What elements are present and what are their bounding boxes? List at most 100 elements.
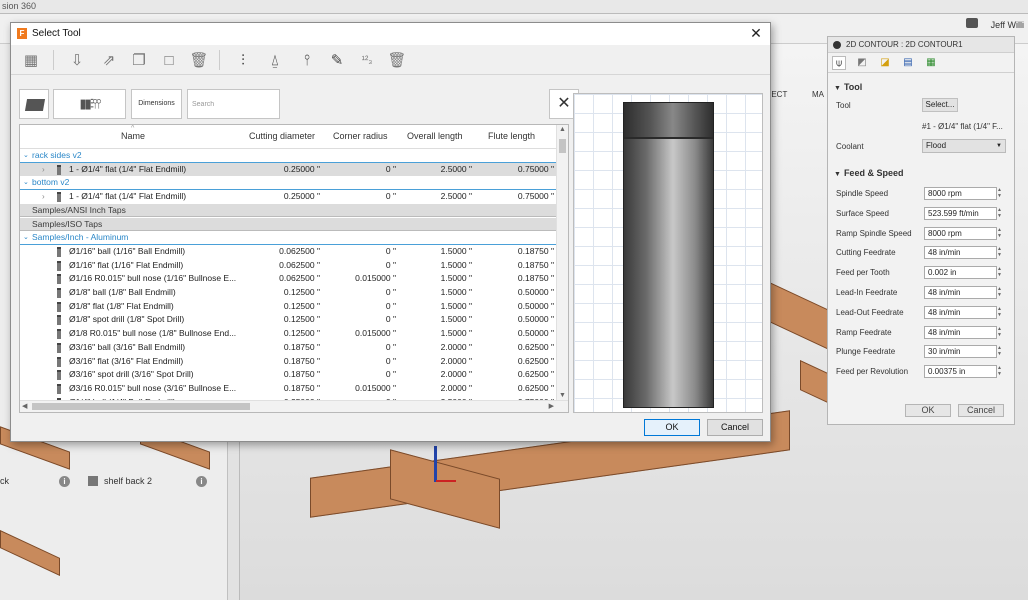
spinner-icon[interactable]: ▲ ▼ <box>997 306 1002 319</box>
manage-menu[interactable]: MA <box>812 90 824 99</box>
new-holder-icon[interactable]: ⍙ <box>265 51 285 71</box>
export-icon[interactable]: ⇗ <box>99 51 119 71</box>
field-input[interactable]: 48 in/min <box>924 286 997 299</box>
library-group-row[interactable]: Samples/ANSI Inch Taps <box>20 203 556 218</box>
library-group-row[interactable]: ⌄ Samples/Inch - Aluminum <box>20 231 556 245</box>
column-cutting-diameter[interactable]: Cutting diameter <box>249 131 315 141</box>
tool-table: ^ Name Cutting diameter Corner radius Ov… <box>19 124 569 413</box>
chevron-down-icon[interactable]: ⌄ <box>23 149 29 163</box>
scrollbar-thumb[interactable] <box>559 139 566 153</box>
column-corner-radius[interactable]: Corner radius <box>333 131 388 141</box>
chevron-down-icon[interactable]: ⌄ <box>23 176 29 190</box>
delete-tool-icon[interactable]: 🗑 <box>387 51 407 71</box>
panel-header[interactable]: 2D CONTOUR : 2D CONTOUR1 <box>828 37 1014 53</box>
scroll-left-icon[interactable]: ◀ <box>22 402 27 410</box>
table-row[interactable]: Ø3/16" flat (3/16" Flat Endmill) 0.18750 … <box>20 355 556 369</box>
spinner-icon[interactable]: ▲ ▼ <box>997 207 1002 220</box>
chat-icon[interactable] <box>966 18 978 28</box>
column-flute-length[interactable]: Flute length <box>488 131 535 141</box>
panel-cancel-button[interactable]: Cancel <box>958 404 1004 417</box>
new-mill-tool-icon[interactable]: ⫶ <box>233 51 253 71</box>
field-input[interactable]: 48 in/min <box>924 246 997 260</box>
user-name[interactable]: Jeff Willi <box>991 20 1024 30</box>
select-tool-button[interactable]: Select... <box>922 98 958 112</box>
table-row[interactable]: Ø1/8" flat (1/8" Flat Endmill) 0.12500 " 0… <box>20 300 556 314</box>
table-row[interactable]: › 1 - Ø1/4" flat (1/4" Flat Endmill) 0.250… <box>20 162 556 177</box>
info-icon[interactable]: i <box>196 476 207 487</box>
feed-speed-section-header[interactable]: ▼ Feed & Speed <box>834 168 903 178</box>
table-row[interactable]: Ø1/8" ball (1/8" Ball Endmill) 0.12500 " 0… <box>20 286 556 300</box>
field-input[interactable]: 0.00375 in <box>924 365 997 379</box>
tab-geometry[interactable]: ◩ <box>855 56 869 70</box>
column-overall-length[interactable]: Overall length <box>407 131 463 141</box>
table-row[interactable]: › 1 - Ø1/4" flat (1/4" Flat Endmill) 0.250… <box>20 190 556 204</box>
tool-name: Ø1/8" flat (1/8" Flat Endmill) <box>69 300 174 311</box>
cancel-button[interactable]: Cancel <box>707 419 763 436</box>
tab-tool[interactable]: ⍦ <box>832 56 846 70</box>
delete-library-icon[interactable]: 🗑 <box>189 51 209 71</box>
tool-section-header[interactable]: ▼ Tool <box>834 82 862 92</box>
chevron-down-icon[interactable]: ⌄ <box>23 231 29 245</box>
copy-icon[interactable]: ❐ <box>129 51 149 71</box>
table-row[interactable]: Ø3/16 R0.015" bull nose (3/16" Bullnose … <box>20 382 556 396</box>
field-input[interactable]: 8000 rpm <box>924 226 997 240</box>
coolant-select[interactable]: Flood ▼ <box>922 139 1006 153</box>
new-tool-holder-icon[interactable]: ⫯ <box>297 51 317 71</box>
horizontal-scrollbar[interactable]: ◀ ▶ <box>20 400 568 412</box>
vertical-scrollbar[interactable]: ▲ ▼ <box>556 125 568 400</box>
table-row[interactable]: Ø1/16" flat (1/16" Flat Endmill) 0.062500… <box>20 259 556 273</box>
panel-ok-button[interactable]: OK <box>905 404 951 417</box>
library-group-row[interactable]: ⌄ bottom v2 <box>20 176 556 191</box>
spinner-icon[interactable]: ▲ ▼ <box>997 345 1002 358</box>
spinner-icon[interactable]: ▲ ▼ <box>997 365 1002 378</box>
spinner-icon[interactable]: ▲ ▼ <box>997 227 1002 240</box>
tab-linking[interactable]: ▦ <box>924 56 938 70</box>
field-input[interactable]: 48 in/min <box>924 305 997 319</box>
cutting-diameter-cell: 0.062500 " <box>279 259 320 270</box>
search-input[interactable] <box>187 89 280 119</box>
library-group-row[interactable]: ⌄ rack sides v2 <box>20 149 556 163</box>
close-button[interactable]: ✕ <box>748 25 764 42</box>
scrollbar-thumb[interactable] <box>32 403 250 410</box>
tool-type-filter-button[interactable]: ▮▮⫶⫶⫯⫯ <box>53 89 126 119</box>
table-row[interactable]: Ø1/8 R0.015" bull nose (1/8" Bullnose En… <box>20 327 556 341</box>
collapse-icon[interactable] <box>833 41 841 49</box>
spinner-icon[interactable]: ▲ ▼ <box>997 246 1002 259</box>
spinner-icon[interactable]: ▲ ▼ <box>997 187 1002 200</box>
spinner-icon[interactable]: ▲ ▼ <box>997 326 1002 339</box>
tab-heights[interactable]: ◪ <box>878 56 892 70</box>
table-row[interactable]: Ø3/16" spot drill (3/16" Spot Drill) 0.18… <box>20 368 556 382</box>
field-input[interactable]: 30 in/min <box>924 345 997 359</box>
field-input[interactable]: 48 in/min <box>924 325 997 339</box>
ok-button[interactable]: OK <box>644 419 700 436</box>
scroll-down-icon[interactable]: ▼ <box>559 392 566 399</box>
dialog-titlebar[interactable]: F Select Tool ✕ <box>11 23 770 45</box>
table-row[interactable]: Ø1/8" spot drill (1/8" Spot Drill) 0.1250… <box>20 313 556 327</box>
table-row[interactable]: Ø1/16" ball (1/16" Ball Endmill) 0.062500… <box>20 245 556 259</box>
spinner-icon[interactable]: ▲ ▼ <box>997 286 1002 299</box>
field-input[interactable]: 8000 rpm <box>924 187 997 200</box>
renumber-icon[interactable]: ¹²₃ <box>357 51 377 71</box>
chevron-right-icon[interactable]: › <box>42 190 45 204</box>
library-tree-icon[interactable]: ▦ <box>21 51 41 71</box>
spinner-icon[interactable]: ▲ ▼ <box>997 266 1002 279</box>
table-row[interactable]: Ø3/16" ball (3/16" Ball Endmill) 0.18750 … <box>20 341 556 355</box>
material-filter-button[interactable] <box>19 89 49 119</box>
browser-item-label[interactable]: ck <box>0 476 9 486</box>
field-input[interactable]: 0.002 in <box>924 266 997 280</box>
library-group-row[interactable]: Samples/ISO Taps <box>20 217 556 232</box>
scroll-right-icon[interactable]: ▶ <box>549 402 554 410</box>
new-library-icon[interactable]: □ <box>159 51 179 71</box>
field-label: Cutting Feedrate <box>836 248 896 258</box>
tab-passes[interactable]: ▤ <box>901 56 915 70</box>
field-input[interactable]: 523.599 ft/min <box>924 206 997 220</box>
chevron-right-icon[interactable]: › <box>42 163 45 177</box>
scroll-up-icon[interactable]: ▲ <box>559 126 566 133</box>
browser-item-label[interactable]: shelf back 2 <box>104 476 152 486</box>
column-name[interactable]: Name <box>121 131 145 141</box>
import-icon[interactable]: ⇩ <box>67 51 87 71</box>
table-row[interactable]: Ø1/16 R0.015" bull nose (1/16" Bullnose … <box>20 272 556 286</box>
dimensions-filter-button[interactable]: Dimensions <box>131 89 182 119</box>
edit-tool-icon[interactable]: ✎ <box>327 51 347 71</box>
info-icon[interactable]: i <box>59 476 70 487</box>
